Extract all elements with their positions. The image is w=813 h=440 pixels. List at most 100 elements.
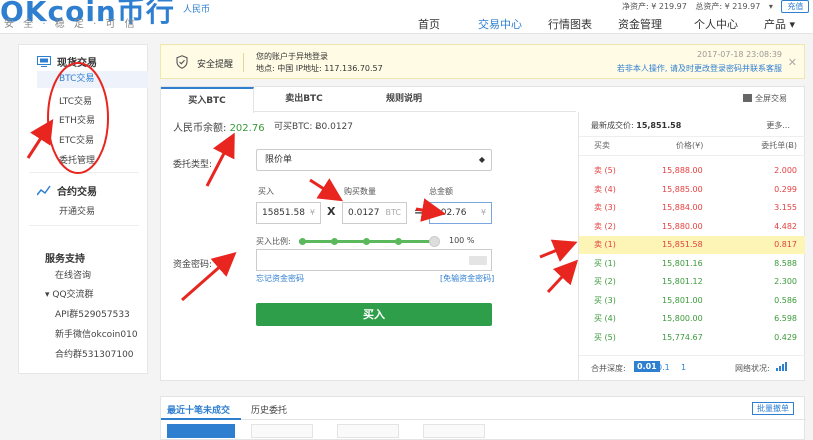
sidebar-item-wechat[interactable]: 新手微信okcoin010 — [55, 327, 138, 340]
sidebar-item-btc[interactable]: BTC交易 — [37, 71, 148, 88]
sidebar-item-online-help[interactable]: 在线咨询 — [55, 268, 91, 281]
row-side: 卖 (1) — [594, 240, 616, 249]
active-tab-indicator — [161, 418, 241, 420]
slider-stop[interactable] — [299, 238, 306, 245]
order-type-value: 限价单 — [265, 155, 293, 165]
table-header-cell — [423, 424, 485, 438]
sidebar-item-qq-group[interactable]: ▾ QQ交流群 — [45, 287, 94, 300]
tab-sell-btc[interactable]: 卖出BTC — [254, 87, 354, 112]
sidebar-group-label: 现货交易 — [57, 58, 97, 69]
bid-row[interactable]: 买 (3) 15,801.00 0.586 — [579, 292, 805, 310]
fullscreen-button[interactable]: 全屏交易 — [743, 93, 787, 104]
buy-button[interactable]: 买入 — [256, 303, 492, 326]
close-icon[interactable]: ✕ — [788, 56, 797, 69]
bid-row[interactable]: 买 (5) 15,774.67 0.429 — [579, 329, 805, 347]
depth-label: 合并深度: — [591, 364, 626, 373]
skip-password-link[interactable]: [免输资金密码] — [440, 273, 494, 284]
sidebar-item-label: QQ交流群 — [52, 290, 94, 300]
equals-sign: = — [414, 205, 424, 218]
tab-recent-open-orders[interactable]: 最近十笔未成交 — [167, 403, 230, 416]
table-header-cell — [251, 424, 313, 438]
top-header: OKcoin币行 人民币 安 全 · 稳 定 · 可 信 净资产: ¥ 219.… — [0, 0, 813, 34]
sidebar: 现货交易 BTC交易 LTC交易 ETH交易 ETC交易 委托管理 合约交易 开… — [18, 44, 148, 374]
tab-rules[interactable]: 规则说明 — [354, 87, 454, 112]
sidebar-item-open-contract[interactable]: 开通交易 — [59, 204, 95, 217]
row-side: 买 (3) — [594, 295, 616, 305]
sidebar-item-api-group[interactable]: API群529057533 — [55, 307, 130, 320]
depth-option-0.1[interactable]: 0.1 — [657, 363, 670, 372]
monitor-icon — [37, 56, 51, 67]
table-header-cell — [337, 424, 399, 438]
multiply-sign: X — [327, 205, 336, 218]
orders-panel: 最近十笔未成交 历史委托 批量撤单 — [160, 396, 806, 440]
depth-option-0.01[interactable]: 0.01 — [634, 361, 660, 372]
nav-funds[interactable]: 资金管理 — [618, 16, 694, 32]
recharge-button[interactable]: 充值 — [781, 0, 810, 13]
row-price: 15,880.00 — [662, 221, 703, 231]
price-unit: ¥ — [309, 208, 315, 217]
trade-panel: 买入BTC 卖出BTC 规则说明 全屏交易 人民币余额: 202.76 可买BT… — [160, 86, 805, 381]
row-price: 15,888.00 — [662, 166, 703, 175]
row-amount: 0.299 — [774, 184, 797, 194]
nav-home[interactable]: 首页 — [418, 16, 478, 32]
fund-password-input[interactable] — [256, 249, 492, 271]
keyboard-icon[interactable] — [469, 256, 487, 265]
ask-row[interactable]: 卖 (3) 15,884.00 3.155 — [579, 199, 805, 217]
sidebar-item-etc[interactable]: ETC交易 — [59, 133, 94, 146]
row-side: 卖 (3) — [594, 203, 616, 212]
sidebar-item-orders[interactable]: 委托管理 — [59, 153, 95, 166]
slider-handle[interactable] — [429, 236, 440, 247]
row-amount: 3.155 — [774, 203, 797, 212]
depth-option-1[interactable]: 1 — [681, 363, 686, 372]
forgot-password-link[interactable]: 忘记资金密码 — [256, 273, 304, 284]
tab-buy-btc[interactable]: 买入BTC — [161, 87, 254, 113]
bid-row[interactable]: 买 (2) 15,801.12 2.300 — [579, 273, 805, 291]
sidebar-group-label: 合约交易 — [57, 187, 97, 198]
slider-stop[interactable] — [363, 238, 370, 245]
price-input[interactable]: 15851.58 ¥ — [256, 202, 321, 224]
nav-account[interactable]: 个人中心 — [694, 16, 764, 32]
available-label: 可买BTC: — [274, 122, 313, 132]
warning-message: 您的账户于异地登录 — [256, 52, 328, 61]
sidebar-item-eth[interactable]: ETH交易 — [59, 113, 95, 126]
sidebar-item-contract-group[interactable]: 合约群531307100 — [55, 347, 134, 360]
more-link[interactable]: 更多... — [766, 120, 790, 131]
main-nav: 首页 交易中心 行情图表 资金管理 个人中心 产品 ▾ — [418, 16, 813, 32]
row-price: 15,801.00 — [662, 295, 703, 305]
row-side: 卖 (4) — [594, 184, 616, 194]
warning-title: 安全提醒 — [197, 60, 234, 70]
bid-row[interactable]: 买 (4) 15,800.00 6.598 — [579, 310, 805, 328]
bid-row[interactable]: 买 (1) 15,801.16 8.588 — [579, 255, 805, 273]
sidebar-item-ltc[interactable]: LTC交易 — [59, 94, 92, 107]
security-warning: 安全提醒 您的账户于异地登录 地点: 中国 IP地址: 117.136.70.5… — [160, 44, 805, 79]
ratio-slider[interactable] — [299, 236, 440, 247]
warning-time: 2017-07-18 23:08:39 — [697, 50, 782, 59]
total-input[interactable]: 202.76 ¥ — [429, 202, 492, 224]
row-side: 买 (5) — [594, 332, 616, 342]
fullscreen-label: 全屏交易 — [755, 94, 787, 103]
ask-row[interactable]: 卖 (4) 15,885.00 0.299 — [579, 181, 805, 199]
sidebar-divider — [29, 225, 139, 226]
ask-row[interactable]: 卖 (1) 15,851.58 0.817 — [579, 236, 805, 254]
tab-order-history[interactable]: 历史委托 — [251, 403, 287, 416]
nav-charts[interactable]: 行情图表 — [548, 16, 618, 32]
available-btc: 可买BTC: Ƀ0.0127 — [274, 119, 353, 132]
warning-action-link[interactable]: 若非本人操作, 请及时更改登录密码并联系客服 — [617, 63, 782, 74]
slider-stop[interactable] — [331, 238, 338, 245]
nav-trade-center[interactable]: 交易中心 — [478, 16, 548, 32]
order-type-select[interactable]: 限价单 ◆ — [256, 149, 492, 171]
warning-location: 地点: 中国 IP地址: 117.136.70.57 — [256, 64, 383, 73]
nav-products[interactable]: 产品 ▾ — [764, 16, 813, 32]
ask-row[interactable]: 卖 (2) 15,880.00 4.482 — [579, 218, 805, 236]
row-price: 15,800.00 — [662, 314, 703, 323]
available-value: Ƀ0.0127 — [315, 122, 354, 132]
order-book: 最新成交价: 15,851.58 更多... 买卖 价格(¥) 委托单(Ƀ) 卖… — [578, 112, 805, 380]
quantity-input[interactable]: 0.0127 BTC — [342, 202, 407, 224]
chevron-down-icon[interactable]: ▾ — [769, 2, 773, 11]
ratio-percent: 100 % — [449, 236, 475, 245]
total-unit: ¥ — [480, 208, 486, 217]
slider-stop[interactable] — [395, 238, 402, 245]
ask-row[interactable]: 卖 (5) 15,888.00 2.000 — [579, 162, 805, 180]
batch-cancel-button[interactable]: 批量撤单 — [752, 402, 794, 415]
row-amount: 0.586 — [774, 295, 797, 305]
